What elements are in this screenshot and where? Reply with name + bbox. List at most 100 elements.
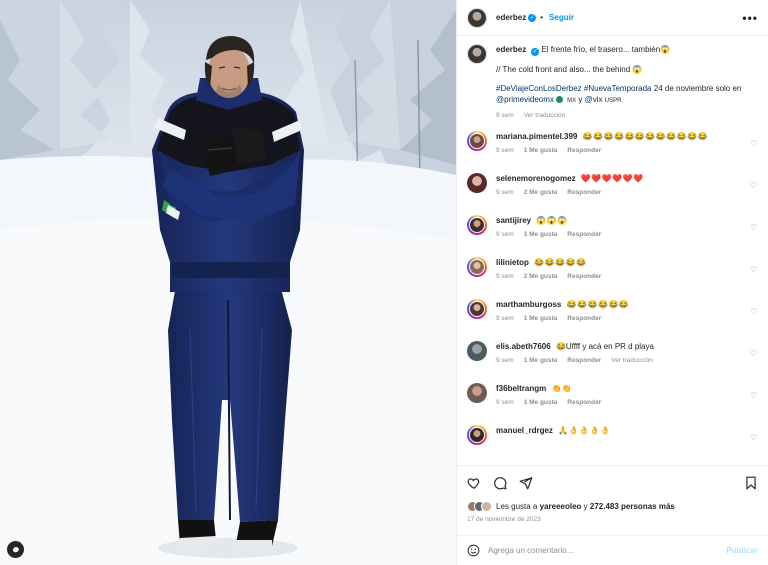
comments-list[interactable]: ederbez ✓ El frente frío, el trasero... t… <box>457 36 768 465</box>
comment-meta: 9 sem 1 Me gusta Responder <box>496 313 744 324</box>
commenter-avatar[interactable] <box>467 341 487 361</box>
commenter-avatar[interactable] <box>467 173 487 193</box>
like-comment-heart-icon[interactable]: ♡ <box>750 265 758 274</box>
caption-and: y <box>578 95 583 104</box>
follow-button[interactable]: Seguir <box>549 13 574 22</box>
caption-meta: 9 sem Ver traducción <box>496 110 758 121</box>
caption-time: 9 sem <box>496 112 514 119</box>
instagram-post-view: ederbez ✓ • Seguir ••• ederbez ✓ El frent… <box>0 0 768 565</box>
snow-forest-scene <box>0 0 456 565</box>
comment-item: marthamburgoss 😂😂😂😂😂😂 9 sem 1 Me gusta Res… <box>467 299 758 332</box>
comment-time: 9 sem <box>496 315 514 322</box>
like-comment-heart-icon[interactable]: ♡ <box>750 181 758 190</box>
caption-emoji-es: 😱 <box>660 45 671 54</box>
caption-owner-avatar[interactable] <box>467 44 487 64</box>
save-bookmark-icon[interactable] <box>744 476 758 490</box>
post-caption: ederbez ✓ El frente frío, el trasero... t… <box>467 44 758 121</box>
like-heart-icon[interactable] <box>467 476 481 490</box>
post-photo[interactable] <box>0 0 456 565</box>
publish-button[interactable]: Publicar <box>726 546 758 555</box>
comment-likes[interactable]: 1 Me gusta <box>524 313 558 324</box>
region-mx: MX <box>567 98 577 104</box>
more-options-icon[interactable]: ••• <box>742 12 758 24</box>
liker-avatar <box>481 500 492 512</box>
comment-time: 9 sem <box>496 147 514 154</box>
comment-likes[interactable]: 1 Me gusta <box>524 145 558 156</box>
comment-likes[interactable]: 2 Me gusta <box>524 187 558 198</box>
reply-button[interactable]: Responder <box>567 229 601 240</box>
comment-likes[interactable]: 1 Me gusta <box>524 229 558 240</box>
comment-username[interactable]: mariana.pimentel.399 <box>496 132 577 141</box>
verified-badge-icon: ✓ <box>528 13 537 22</box>
comment-username[interactable]: selenemorenogomez <box>496 174 576 183</box>
like-comment-heart-icon[interactable]: ♡ <box>750 223 758 232</box>
caption-emoji-en: 😱 <box>632 65 643 74</box>
comment-text: 😱😱😱 <box>536 216 568 225</box>
comment-text: 😂Uffff y acá en PR d playa <box>555 342 654 351</box>
comment-username[interactable]: santijirey <box>496 216 531 225</box>
commenter-avatar[interactable] <box>467 425 487 445</box>
liker-username[interactable]: yareeeoleo <box>540 502 582 511</box>
comment-meta: 9 sem 1 Me gusta Responder <box>496 145 744 156</box>
comment-bubble-icon[interactable] <box>493 476 507 490</box>
post-actions-bar <box>457 465 768 499</box>
comment-username[interactable]: elis.abeth7606 <box>496 342 551 351</box>
tagged-user-icon[interactable] <box>7 541 24 558</box>
comment-item: lilinietop 😂😂😂😂😂 9 sem 2 Me gusta Responde… <box>467 257 758 290</box>
post-header: ederbez ✓ • Seguir ••• <box>457 0 768 36</box>
owner-avatar[interactable] <box>467 7 487 28</box>
like-comment-heart-icon[interactable]: ♡ <box>750 139 758 148</box>
comment-text: 😂😂😂😂😂 <box>534 258 587 267</box>
comment-username[interactable]: f36beltrangm <box>496 384 546 393</box>
commenter-avatar[interactable] <box>467 383 487 403</box>
reply-button[interactable]: Responder <box>567 313 601 324</box>
comment-text: 🙏👌👌👌👌 <box>558 426 611 435</box>
comment-likes[interactable]: 2 Me gusta <box>524 271 558 282</box>
comment-composer: Publicar <box>457 535 768 565</box>
comment-likes[interactable]: 1 Me gusta <box>524 397 558 408</box>
commenter-avatar[interactable] <box>467 299 487 319</box>
see-translation-link[interactable]: Ver traducción <box>524 110 566 121</box>
comment-username[interactable]: marthamburgoss <box>496 300 561 309</box>
share-send-icon[interactable] <box>519 476 533 490</box>
like-comment-heart-icon[interactable]: ♡ <box>750 307 758 316</box>
comment-time: 9 sem <box>496 231 514 238</box>
comment-username[interactable]: manuel_rdrgez <box>496 426 553 435</box>
comment-time: 9 sem <box>496 357 514 364</box>
comment-meta: 9 sem 1 Me gusta Responder <box>496 397 744 408</box>
see-translation-link[interactable]: Ver traducción <box>611 355 653 366</box>
mention-primevideomx[interactable]: @primevideomx <box>496 95 554 104</box>
commenter-avatar[interactable] <box>467 257 487 277</box>
comment-text: 😂😂😂😂😂😂😂😂😂😂😂😂 <box>582 132 709 141</box>
like-comment-heart-icon[interactable]: ♡ <box>750 391 758 400</box>
comment-item: manuel_rdrgez 🙏👌👌👌👌 ♡ <box>467 425 758 458</box>
caption-release-text: 24 de noviembre solo en <box>653 84 742 93</box>
add-comment-input[interactable] <box>488 546 727 555</box>
likes-count[interactable]: 272.483 personas más <box>590 502 675 511</box>
commenter-avatar[interactable] <box>467 131 487 151</box>
emoji-picker-icon[interactable] <box>467 544 480 557</box>
caption-text-es: El frente frío, el trasero... también <box>541 45 661 54</box>
likes-and: y <box>583 501 588 511</box>
commenter-avatar[interactable] <box>467 215 487 235</box>
caption-username[interactable]: ederbez <box>496 45 526 54</box>
reply-button[interactable]: Responder <box>567 145 601 156</box>
reply-button[interactable]: Responder <box>567 355 601 366</box>
reply-button[interactable]: Responder <box>567 397 601 408</box>
comment-time: 9 sem <box>496 273 514 280</box>
likes-summary: Les gusta a yareeeoleo y 272.483 persona… <box>457 499 768 513</box>
mention-vix[interactable]: @vix <box>585 95 603 104</box>
comment-item: f36beltrangm 👏👏 9 sem 1 Me gusta Responder… <box>467 383 758 416</box>
reply-button[interactable]: Responder <box>567 271 601 282</box>
reply-button[interactable]: Responder <box>567 187 601 198</box>
comment-text: 😂😂😂😂😂😂 <box>566 300 630 309</box>
likes-prefix: Les gusta a <box>496 501 538 511</box>
caption-hashtags[interactable]: #DeViajeConLosDerbez #NuevaTemporada <box>496 84 652 93</box>
region-uspr: USPR <box>604 98 622 104</box>
like-comment-heart-icon[interactable]: ♡ <box>750 349 758 358</box>
comment-time: 9 sem <box>496 189 514 196</box>
comment-username[interactable]: lilinietop <box>496 258 529 267</box>
like-comment-heart-icon[interactable]: ♡ <box>750 433 758 442</box>
comment-likes[interactable]: 1 Me gusta <box>524 355 558 366</box>
owner-username[interactable]: ederbez <box>496 13 526 22</box>
